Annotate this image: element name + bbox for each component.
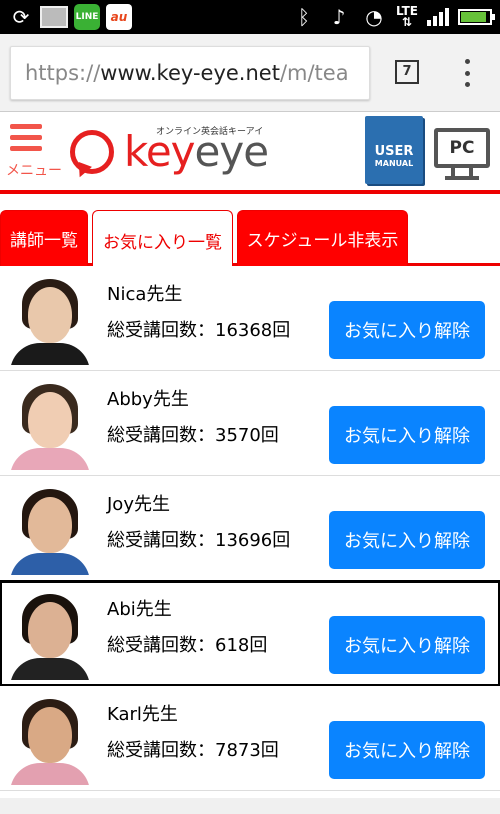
- teacher-name[interactable]: Joy先生: [107, 490, 170, 516]
- tab-teacher-list[interactable]: 講師一覧: [0, 210, 88, 266]
- teacher-photo[interactable]: [6, 378, 94, 470]
- manual-manual-label: MANUAL: [374, 159, 414, 168]
- teacher-row[interactable]: Abby先生 総受講回数：3570回 お気に入り解除: [0, 371, 500, 476]
- au-app-label: au: [110, 10, 128, 24]
- favorite-teacher-list: Nica先生 総受講回数：16368回 お気に入り解除 Abby先生 総受講回数…: [0, 266, 500, 791]
- lesson-count: 総受講回数：16368回: [107, 320, 291, 341]
- teacher-name[interactable]: Nica先生: [107, 280, 182, 306]
- alarm-icon: ◔: [365, 5, 383, 29]
- site-logo[interactable]: オンライン英会話キーアイ keyeye: [70, 124, 290, 184]
- teacher-row[interactable]: Nica先生 総受講回数：16368回 お気に入り解除: [0, 266, 500, 371]
- remove-favorite-button[interactable]: お気に入り解除: [329, 721, 485, 779]
- tab-hide-schedule[interactable]: スケジュール非表示: [237, 210, 408, 266]
- teacher-name[interactable]: Karl先生: [107, 700, 178, 726]
- hamburger-menu-icon[interactable]: [10, 124, 42, 157]
- lesson-count: 総受講回数：7873回: [107, 740, 279, 761]
- battery-icon: [458, 9, 495, 25]
- music-muted-icon: ♪: [332, 5, 346, 29]
- teacher-name[interactable]: Abi先生: [107, 595, 172, 621]
- menu-label[interactable]: メニュー: [6, 160, 62, 180]
- url-scheme: https://: [25, 61, 101, 85]
- pc-site-button[interactable]: PC: [434, 128, 490, 168]
- photo-notification-icon: [40, 6, 68, 28]
- manual-user-label: USER: [374, 144, 414, 159]
- teacher-row[interactable]: Karl先生 総受講回数：7873回 お気に入り解除: [0, 686, 500, 791]
- logo-wordmark: keyeye: [124, 127, 269, 176]
- browser-toolbar: https://www.key-eye.net/m/tea 7: [0, 34, 500, 112]
- tab-switcher-button[interactable]: 7: [395, 60, 419, 84]
- lesson-count: 総受講回数：618回: [107, 635, 268, 656]
- overflow-menu-icon[interactable]: [462, 59, 472, 87]
- remove-favorite-button[interactable]: お気に入り解除: [329, 616, 485, 674]
- teacher-row-selected[interactable]: Abi先生 総受講回数：618回 お気に入り解除: [0, 580, 500, 687]
- user-manual-button[interactable]: USER MANUAL: [365, 116, 423, 184]
- url-bar[interactable]: https://www.key-eye.net/m/tea: [10, 46, 370, 100]
- tab-bar: 講師一覧 お気に入り一覧 スケジュール非表示: [0, 198, 500, 270]
- line-app-label: LINE: [75, 12, 99, 22]
- teacher-name[interactable]: Abby先生: [107, 385, 189, 411]
- remove-favorite-button[interactable]: お気に入り解除: [329, 511, 485, 569]
- signal-icon: [427, 8, 449, 26]
- page-bottom: [0, 798, 500, 814]
- remove-favorite-button[interactable]: お気に入り解除: [329, 301, 485, 359]
- teacher-row[interactable]: Joy先生 総受講回数：13696回 お気に入り解除: [0, 476, 500, 581]
- tab-favorites[interactable]: お気に入り一覧: [92, 210, 233, 270]
- remove-favorite-button[interactable]: お気に入り解除: [329, 406, 485, 464]
- status-bar: ⟳ LINE au ᛒ ♪ ◔ LTE ⇅: [0, 0, 500, 34]
- teacher-photo[interactable]: [6, 693, 94, 785]
- bluetooth-icon: ᛒ: [297, 5, 310, 29]
- teacher-photo[interactable]: [6, 483, 94, 575]
- url-host: www.key-eye.net: [100, 61, 280, 85]
- network-type: LTE ⇅: [395, 4, 418, 29]
- teacher-photo[interactable]: [6, 588, 94, 680]
- lesson-count: 総受講回数：13696回: [107, 530, 291, 551]
- url-path: /m/tea: [279, 61, 349, 85]
- sync-icon: ⟳: [12, 5, 30, 29]
- au-app-icon: au: [106, 4, 132, 30]
- site-header: メニュー オンライン英会話キーアイ keyeye USER MANUAL PC: [0, 112, 500, 194]
- line-app-icon: LINE: [74, 4, 100, 30]
- lesson-count: 総受講回数：3570回: [107, 425, 279, 446]
- teacher-photo[interactable]: [6, 273, 94, 365]
